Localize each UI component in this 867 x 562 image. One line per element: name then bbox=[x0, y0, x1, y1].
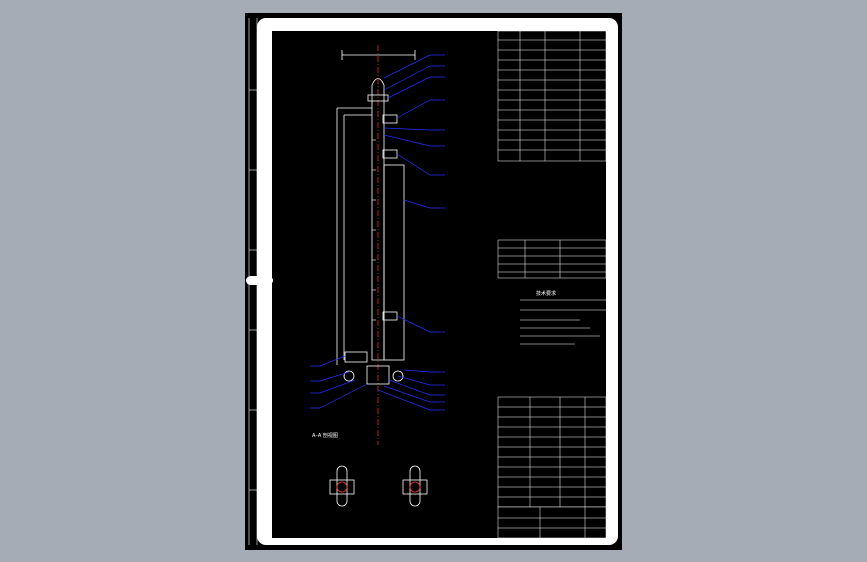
nozzle-table bbox=[497, 239, 607, 279]
parts-list-table bbox=[497, 396, 607, 508]
leader-lines-left bbox=[310, 355, 368, 409]
spec-table-top bbox=[497, 30, 607, 162]
frame-left-strip bbox=[248, 18, 258, 545]
leader-lines-right bbox=[377, 54, 445, 411]
column-ticks bbox=[372, 139, 376, 321]
notes-title: 技术要求 bbox=[536, 291, 557, 297]
technical-notes bbox=[520, 299, 606, 345]
section-view-label: A–A 剖视图 bbox=[312, 433, 338, 439]
detail-views bbox=[329, 465, 428, 507]
title-block bbox=[497, 506, 607, 539]
cad-drawing bbox=[248, 18, 607, 545]
